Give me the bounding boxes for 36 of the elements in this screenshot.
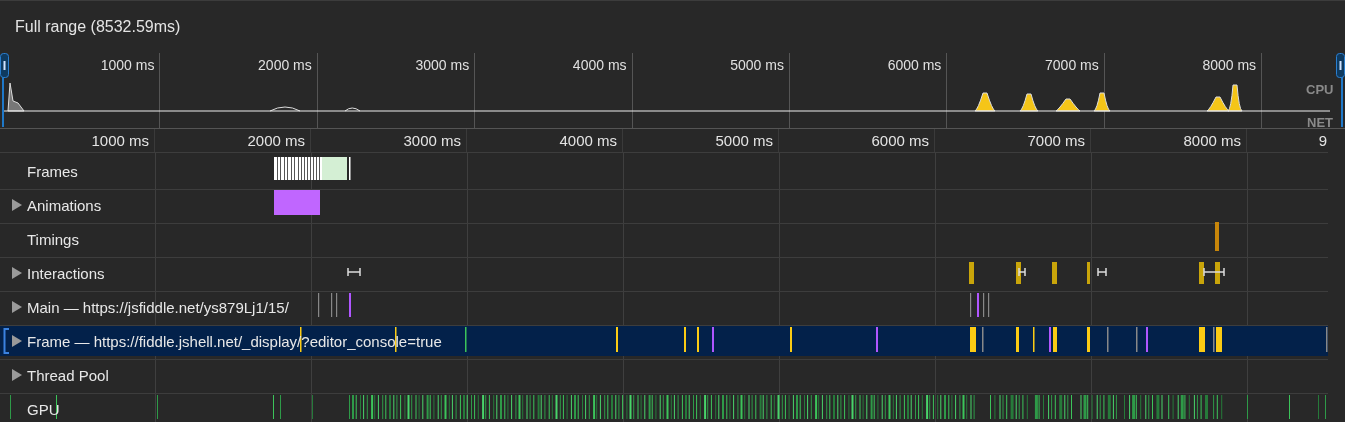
- tick-label: 7000 ms: [1027, 132, 1085, 149]
- tick-label: 1000 ms: [91, 132, 149, 149]
- selection-bracket-icon: [3, 328, 10, 354]
- tick-label: 2000 ms: [247, 132, 305, 149]
- tick-label: 9: [1318, 132, 1327, 149]
- tick-label: 8000 ms: [1183, 132, 1241, 149]
- tick-label: 6000 ms: [887, 57, 942, 73]
- tick-label: 4000 ms: [559, 132, 617, 149]
- tick-label: 6000 ms: [871, 132, 929, 149]
- range-title: Full range (8532.59ms): [15, 18, 181, 36]
- track-label: Animations: [27, 196, 102, 214]
- track-label: Thread Pool: [27, 366, 109, 384]
- tick-label: 5000 ms: [730, 57, 784, 73]
- track-label: Frames: [27, 162, 78, 180]
- timing-mark: [1214, 221, 1220, 252]
- tick-label: 3000 ms: [403, 132, 461, 149]
- tick-label: 5000 ms: [715, 132, 773, 149]
- tick-label: 8000 ms: [1202, 57, 1257, 73]
- tick-label: 1000 ms: [100, 57, 155, 73]
- tick-label: 7000 ms: [1045, 57, 1099, 73]
- track-row[interactable]: Animations: [0, 187, 1328, 224]
- track-label: Timings: [27, 230, 79, 248]
- cpu-label: CPU: [1306, 82, 1334, 97]
- track-row[interactable]: Timings: [0, 221, 1328, 258]
- range-handle[interactable]: [1336, 53, 1345, 127]
- animation-bar: [273, 189, 321, 216]
- track-label: Main — https://jsfiddle.net/ys879Lj1/15/: [27, 298, 289, 316]
- track-row[interactable]: Interactions: [0, 255, 1328, 292]
- tick-label: 2000 ms: [258, 57, 312, 73]
- track-row[interactable]: Thread Pool: [0, 357, 1328, 394]
- tick-label: 3000 ms: [415, 57, 470, 73]
- net-label: NET: [1307, 115, 1333, 130]
- range-handle[interactable]: [0, 53, 9, 127]
- track-row[interactable]: Frames: [0, 153, 1328, 190]
- tick-label: 4000 ms: [572, 57, 627, 73]
- track-label: Interactions: [27, 264, 105, 282]
